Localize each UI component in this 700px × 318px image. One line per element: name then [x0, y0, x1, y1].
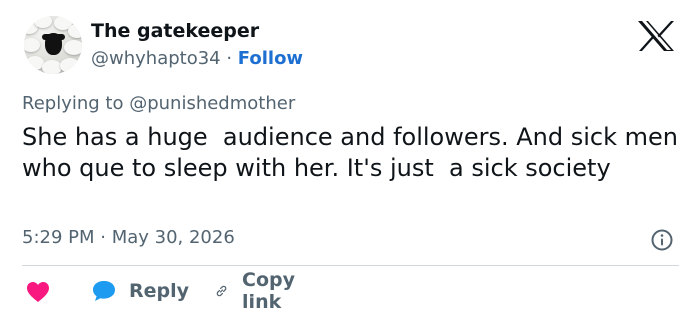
replying-to: Replying to @punishedmother	[22, 93, 295, 114]
reply-mention-link[interactable]: @punishedmother	[129, 93, 295, 114]
link-icon	[216, 285, 227, 297]
tweet-text: She has a huge audience and followers. A…	[22, 123, 686, 182]
handle-separator: ·	[220, 48, 238, 69]
copy-link-button[interactable]: Copy link	[214, 269, 304, 313]
reply-button[interactable]: Reply	[92, 276, 189, 306]
follow-button[interactable]: Follow	[238, 48, 303, 69]
reply-bubble-icon	[93, 281, 115, 301]
info-icon[interactable]	[651, 229, 673, 251]
tweet-timestamp[interactable]: 5:29 PM · May 30, 2026	[22, 227, 235, 248]
x-logo-icon[interactable]	[636, 20, 676, 52]
copy-link-label: Copy link	[242, 269, 296, 313]
replying-prefix: Replying to	[22, 93, 130, 114]
divider	[22, 265, 679, 266]
author-name[interactable]: The gatekeeper	[91, 20, 259, 42]
heart-icon[interactable]	[26, 281, 50, 303]
avatar[interactable]	[24, 16, 82, 74]
author-handle[interactable]: @whyhapto34	[91, 48, 221, 69]
black-sheep	[45, 33, 62, 55]
handle-line: @whyhapto34 · Follow	[91, 48, 303, 69]
reply-label: Reply	[129, 280, 190, 302]
